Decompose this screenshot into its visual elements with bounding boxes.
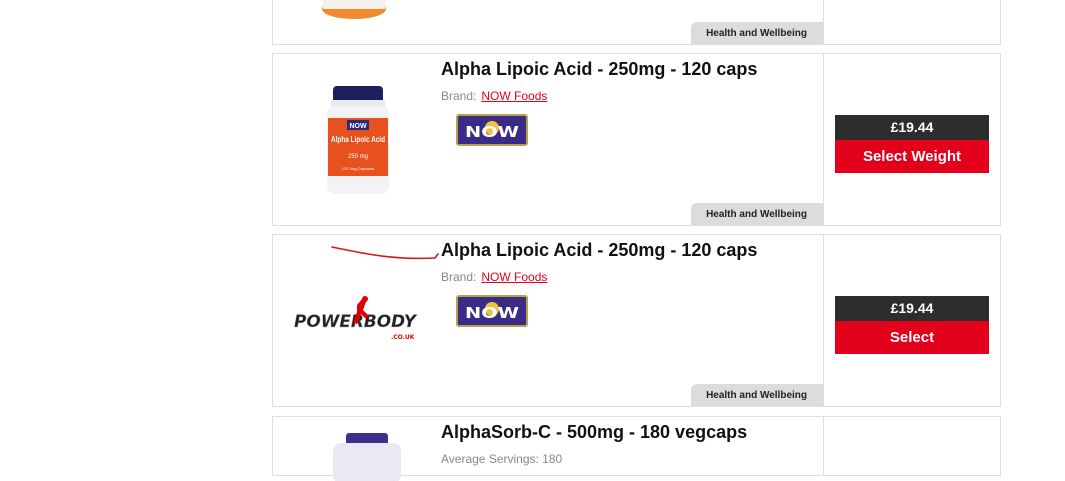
product-image-count-text: 120 Veg Capsules bbox=[342, 166, 374, 171]
product-image[interactable]: NOW Alpha Lipoic Acid 250 mg 120 Veg Cap… bbox=[287, 66, 437, 216]
brand-link[interactable]: NOW Foods bbox=[481, 270, 547, 284]
price-box: £19.44 Select bbox=[835, 296, 989, 354]
product-image-lid-text: NOW bbox=[349, 123, 367, 130]
product-card: AlphaSorb-C - 500mg - 180 vegcaps Averag… bbox=[272, 416, 1001, 481]
category-badge[interactable]: Health and Wellbeing bbox=[691, 384, 823, 406]
now-logo-icon: NOW bbox=[462, 120, 522, 141]
annotation-stroke bbox=[331, 246, 439, 260]
product-image[interactable]: POWERBODY .CO.UK bbox=[291, 291, 441, 351]
product-title[interactable]: Alpha Lipoic Acid - 250mg - 120 caps bbox=[441, 240, 757, 261]
product-title[interactable]: AlphaSorb-C - 500mg - 180 vegcaps bbox=[441, 422, 747, 443]
category-badge[interactable]: Health and Wellbeing bbox=[691, 203, 823, 225]
brand-line: Brand: NOW Foods bbox=[441, 89, 547, 103]
product-image-logo-sub: .CO.UK bbox=[391, 334, 415, 341]
brand-logo-text: NOW bbox=[465, 123, 520, 141]
average-servings: Average Servings: 180 bbox=[441, 452, 563, 466]
brand-label: Brand: bbox=[441, 270, 477, 284]
select-button[interactable]: Select bbox=[835, 321, 989, 354]
brand-logo[interactable]: NOW bbox=[456, 114, 528, 146]
product-card: Health and Wellbeing bbox=[272, 0, 1001, 45]
now-logo-icon: NOW bbox=[462, 301, 522, 322]
product-image-name-text: Alpha Lipoic Acid bbox=[331, 135, 385, 144]
product-image-dose-text: 250 mg bbox=[348, 154, 368, 160]
price-label: £19.44 bbox=[835, 296, 989, 321]
product-card: NOW Alpha Lipoic Acid 250 mg 120 Veg Cap… bbox=[272, 53, 1001, 226]
category-badge[interactable]: Health and Wellbeing bbox=[691, 22, 823, 44]
product-main: AlphaSorb-C - 500mg - 180 vegcaps Averag… bbox=[273, 417, 824, 481]
select-weight-button[interactable]: Select Weight bbox=[835, 140, 989, 173]
product-image[interactable] bbox=[318, 0, 398, 21]
brand-line: Brand: NOW Foods bbox=[441, 270, 547, 284]
brand-label: Brand: bbox=[441, 89, 477, 103]
product-title[interactable]: Alpha Lipoic Acid - 250mg - 120 caps bbox=[441, 59, 757, 80]
brand-logo-text: NOW bbox=[465, 304, 520, 322]
price-label: £19.44 bbox=[835, 115, 989, 140]
brand-link[interactable]: NOW Foods bbox=[481, 89, 547, 103]
price-box: £19.44 Select Weight bbox=[835, 115, 989, 173]
product-main: NOW Alpha Lipoic Acid 250 mg 120 Veg Cap… bbox=[273, 54, 824, 225]
product-main: Health and Wellbeing bbox=[273, 0, 824, 44]
brand-logo[interactable]: NOW bbox=[456, 295, 528, 327]
product-image[interactable] bbox=[287, 431, 437, 481]
